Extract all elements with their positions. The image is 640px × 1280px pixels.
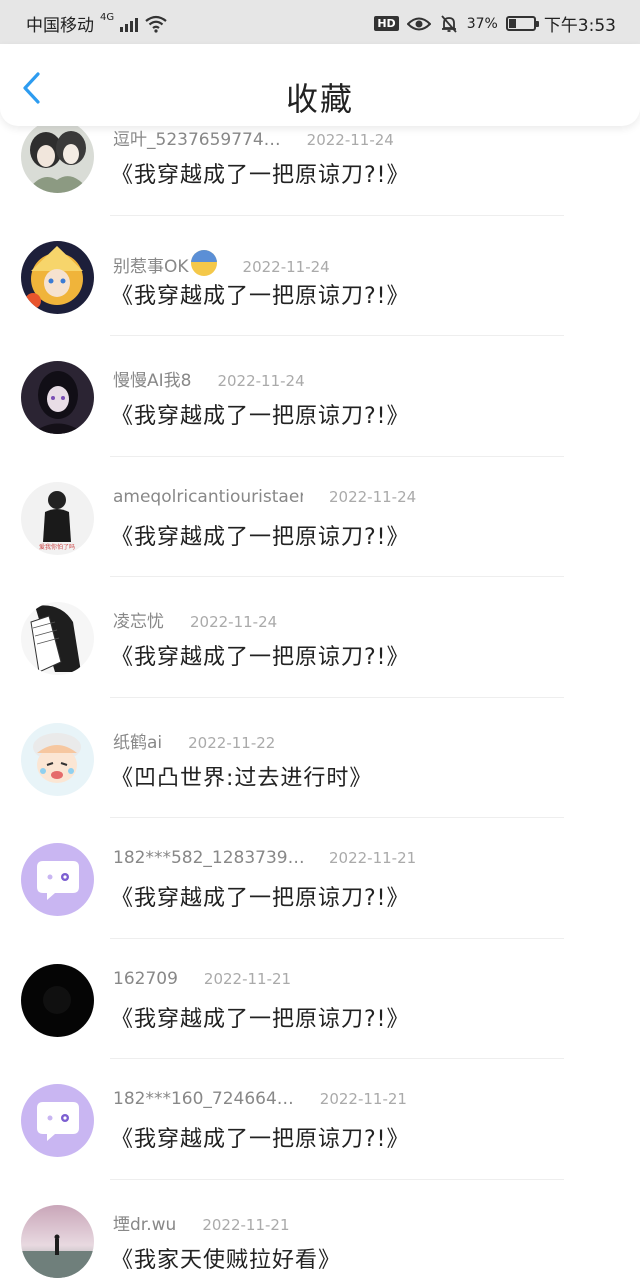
- avatar[interactable]: [21, 602, 94, 675]
- page-title: 收藏: [285, 80, 354, 118]
- username[interactable]: 182***582_1283739…: [113, 848, 303, 868]
- username[interactable]: 162709: [113, 969, 178, 989]
- username[interactable]: 纸鹤ai: [113, 728, 162, 753]
- username[interactable]: 凌忘忧: [113, 607, 164, 632]
- avatar[interactable]: [21, 963, 94, 1037]
- item-date: 2022-11-22: [188, 733, 276, 752]
- favorites-list: 逗叶_5237659774… 2022-11-24 《我穿越成了一把原谅刀?!》 别惹…: [0, 95, 640, 1280]
- book-title-link[interactable]: 《我穿越成了一把原谅刀?!》: [111, 1121, 410, 1153]
- item-meta: 堙dr.wu 2022-11-21: [113, 1210, 290, 1235]
- avatar[interactable]: [21, 843, 94, 916]
- eye-icon: [406, 17, 431, 30]
- battery-icon: [505, 16, 539, 31]
- favorites-screen: 中国移动 4G HD 37% 下午3:53 收藏 逗叶_5237659774… …: [0, 0, 640, 1280]
- item-date: 2022-11-24: [242, 257, 330, 276]
- avatar[interactable]: [21, 120, 94, 193]
- avatar[interactable]: [21, 1084, 94, 1157]
- anxious-face-emoji-icon: [190, 249, 217, 276]
- battery-level-fill: [508, 19, 517, 28]
- app-header: 收藏: [0, 44, 640, 126]
- list-item[interactable]: 纸鹤ai 2022-11-22 《凹凸世界:过去进行时》: [0, 698, 640, 818]
- status-right: HD 37% 下午3:53: [374, 11, 616, 36]
- list-item[interactable]: 堙dr.wu 2022-11-21 《我家天使贼拉好看》: [0, 1180, 640, 1280]
- avatar[interactable]: [21, 361, 94, 434]
- list-item[interactable]: 182***160_724664… 2022-11-21 《我穿越成了一把原谅刀?!…: [0, 1059, 640, 1180]
- list-item[interactable]: 爱我你怕了吗 ameqolricantiouristaer 2022-11-24 《我…: [0, 457, 640, 577]
- item-date: 2022-11-21: [202, 1215, 290, 1234]
- item-date: 2022-11-21: [319, 1090, 407, 1108]
- list-item[interactable]: 182***582_1283739… 2022-11-21 《我穿越成了一把原谅刀?…: [0, 818, 640, 939]
- item-date: 2022-11-21: [329, 849, 417, 867]
- item-meta: 162709 2022-11-21: [113, 969, 291, 989]
- item-date: 2022-11-21: [203, 969, 292, 988]
- avatar[interactable]: [21, 240, 94, 314]
- mute-bell-icon: [441, 14, 457, 33]
- hd-icon: HD: [374, 16, 399, 31]
- item-meta: 别惹事OK 2022-11-24: [113, 246, 330, 277]
- item-meta: 慢慢AI我8 2022-11-24: [113, 366, 305, 391]
- item-meta: ameqolricantiouristaer 2022-11-24: [113, 487, 416, 507]
- avatar[interactable]: [21, 1204, 94, 1278]
- book-title-link[interactable]: 《我穿越成了一把原谅刀?!》: [111, 639, 410, 671]
- list-item[interactable]: 凌忘忧 2022-11-24 《我穿越成了一把原谅刀?!》: [0, 577, 640, 698]
- username[interactable]: 堙dr.wu: [113, 1210, 176, 1235]
- book-title-link[interactable]: 《我穿越成了一把原谅刀?!》: [111, 519, 410, 551]
- battery-percent: 37%: [466, 15, 498, 32]
- username[interactable]: 别惹事OK: [113, 252, 189, 277]
- avatar-caption: 爱我你怕了吗: [39, 543, 75, 551]
- item-meta: 逗叶_5237659774… 2022-11-24: [113, 125, 394, 150]
- list-item[interactable]: 162709 2022-11-21 《我穿越成了一把原谅刀?!》: [0, 939, 640, 1059]
- username[interactable]: ameqolricantiouristaer: [113, 487, 303, 507]
- book-title-link[interactable]: 《我穿越成了一把原谅刀?!》: [111, 157, 410, 189]
- item-meta: 凌忘忧 2022-11-24: [113, 607, 277, 632]
- carrier-label: 中国移动: [26, 16, 94, 36]
- item-meta: 纸鹤ai 2022-11-22: [113, 728, 275, 753]
- username[interactable]: 慢慢AI我8: [113, 366, 191, 391]
- clock-label: 下午3:53: [543, 16, 616, 36]
- signal-icon: [120, 16, 139, 32]
- network-type-label: 4G: [100, 12, 115, 23]
- book-title-link[interactable]: 《我穿越成了一把原谅刀?!》: [111, 1001, 410, 1033]
- list-item[interactable]: 慢慢AI我8 2022-11-24 《我穿越成了一把原谅刀?!》: [0, 336, 640, 457]
- item-date: 2022-11-24: [329, 487, 417, 506]
- list-item[interactable]: 别惹事OK 2022-11-24 《我穿越成了一把原谅刀?!》: [0, 216, 640, 336]
- book-title-link[interactable]: 《凹凸世界:过去进行时》: [111, 760, 372, 792]
- avatar[interactable]: [21, 722, 94, 796]
- status-left: 中国移动 4G: [26, 11, 168, 36]
- avatar[interactable]: 爱我你怕了吗: [21, 481, 94, 555]
- book-title-link[interactable]: 《我穿越成了一把原谅刀?!》: [111, 398, 410, 430]
- item-meta: 182***582_1283739… 2022-11-21: [113, 848, 416, 868]
- item-date: 2022-11-24: [190, 613, 278, 631]
- item-meta: 182***160_724664… 2022-11-21: [113, 1089, 407, 1109]
- username[interactable]: 逗叶_5237659774…: [113, 125, 281, 150]
- book-title-link[interactable]: 《我穿越成了一把原谅刀?!》: [111, 278, 410, 310]
- item-date: 2022-11-24: [306, 131, 394, 149]
- book-title-link[interactable]: 《我家天使贼拉好看》: [111, 1242, 341, 1274]
- status-bar: 中国移动 4G HD 37% 下午3:53: [0, 0, 640, 44]
- wifi-icon: [145, 15, 167, 33]
- item-date: 2022-11-24: [217, 372, 305, 390]
- username[interactable]: 182***160_724664…: [113, 1089, 294, 1109]
- book-title-link[interactable]: 《我穿越成了一把原谅刀?!》: [111, 880, 410, 912]
